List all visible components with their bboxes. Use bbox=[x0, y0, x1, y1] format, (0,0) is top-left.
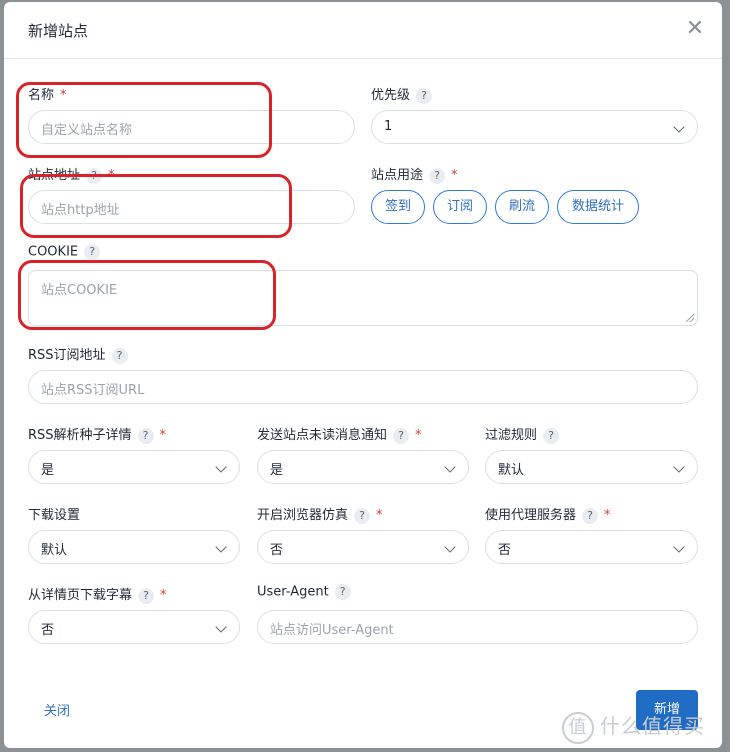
usage-chip-stats[interactable]: 数据统计 bbox=[557, 190, 639, 224]
filter-label: 过滤规则? bbox=[485, 424, 560, 444]
cookie-label: COOKIE? bbox=[28, 244, 101, 260]
browser-select[interactable]: 否 bbox=[257, 530, 469, 564]
ua-input[interactable]: 站点访问User-Agent bbox=[257, 610, 698, 644]
help-icon: ? bbox=[543, 427, 560, 444]
browser-label: 开启浏览器仿真? * bbox=[257, 507, 383, 524]
priority-select[interactable]: 1 bbox=[371, 110, 698, 144]
help-icon: ? bbox=[84, 244, 101, 260]
close-icon[interactable]: ✕ bbox=[684, 18, 706, 40]
chevron-down-icon bbox=[215, 461, 227, 473]
smzdm-logo-icon: 值 bbox=[562, 711, 594, 744]
usage-label: 站点用途? * bbox=[371, 167, 458, 184]
usage-chip-subscribe[interactable]: 订阅 bbox=[433, 190, 487, 224]
notify-select[interactable]: 是 bbox=[257, 450, 469, 484]
help-icon: ? bbox=[334, 584, 351, 600]
name-label: 名称 * bbox=[28, 88, 67, 103]
dialog-title: 新增站点 bbox=[28, 22, 89, 40]
chevron-down-icon bbox=[444, 541, 456, 553]
name-input[interactable]: 自定义站点名称 bbox=[28, 110, 355, 144]
help-icon: ? bbox=[138, 587, 155, 604]
help-icon: ? bbox=[111, 347, 128, 364]
watermark: 值什么值得买 bbox=[562, 708, 726, 744]
proxy-label: 使用代理服务器? * bbox=[485, 507, 611, 524]
filter-select[interactable]: 默认 bbox=[485, 450, 698, 484]
chevron-down-icon bbox=[673, 541, 685, 553]
url-label: 站点地址? * bbox=[28, 167, 115, 184]
add-site-dialog: 新增站点 ✕ 名称 * 自定义站点名称 优先级? 1 站点地址? * 站点http地… bbox=[4, 2, 722, 748]
help-icon: ? bbox=[354, 507, 371, 524]
help-icon: ? bbox=[416, 87, 433, 104]
priority-label: 优先级? bbox=[371, 84, 433, 104]
cookie-textarea[interactable]: 站点COOKIE bbox=[28, 270, 698, 326]
proxy-select[interactable]: 否 bbox=[485, 530, 698, 564]
dialog-header: 新增站点 ✕ bbox=[4, 2, 722, 59]
chevron-down-icon bbox=[215, 621, 227, 633]
name-placeholder: 自定义站点名称 bbox=[41, 123, 133, 138]
help-icon: ? bbox=[582, 507, 599, 524]
chevron-down-icon bbox=[673, 461, 685, 473]
usage-chip-brush[interactable]: 刷流 bbox=[495, 190, 549, 224]
download-select[interactable]: 默认 bbox=[28, 530, 240, 564]
rss-parse-select[interactable]: 是 bbox=[28, 450, 240, 484]
chevron-down-icon bbox=[444, 461, 456, 473]
help-icon: ? bbox=[393, 427, 410, 444]
chevron-down-icon bbox=[673, 121, 685, 133]
subtitle-select[interactable]: 否 bbox=[28, 610, 240, 644]
ua-label: User-Agent? bbox=[257, 584, 351, 600]
download-label: 下载设置 bbox=[28, 508, 81, 523]
resize-handle-icon[interactable] bbox=[686, 314, 694, 322]
help-icon: ? bbox=[86, 167, 103, 184]
usage-chip-checkin[interactable]: 签到 bbox=[371, 190, 425, 224]
url-input[interactable]: 站点http地址 bbox=[28, 190, 355, 224]
rss-parse-label: RSS解析种子详情? * bbox=[28, 427, 167, 444]
notify-label: 发送站点未读消息通知? * bbox=[257, 427, 422, 444]
subtitle-label: 从详情页下载字幕? * bbox=[28, 587, 167, 604]
help-icon: ? bbox=[429, 167, 446, 184]
close-button[interactable]: 关闭 bbox=[44, 700, 70, 719]
rss-label: RSS订阅地址? bbox=[28, 344, 128, 364]
rss-input[interactable]: 站点RSS订阅URL bbox=[28, 370, 698, 404]
chevron-down-icon bbox=[215, 541, 227, 553]
help-icon: ? bbox=[137, 427, 154, 444]
